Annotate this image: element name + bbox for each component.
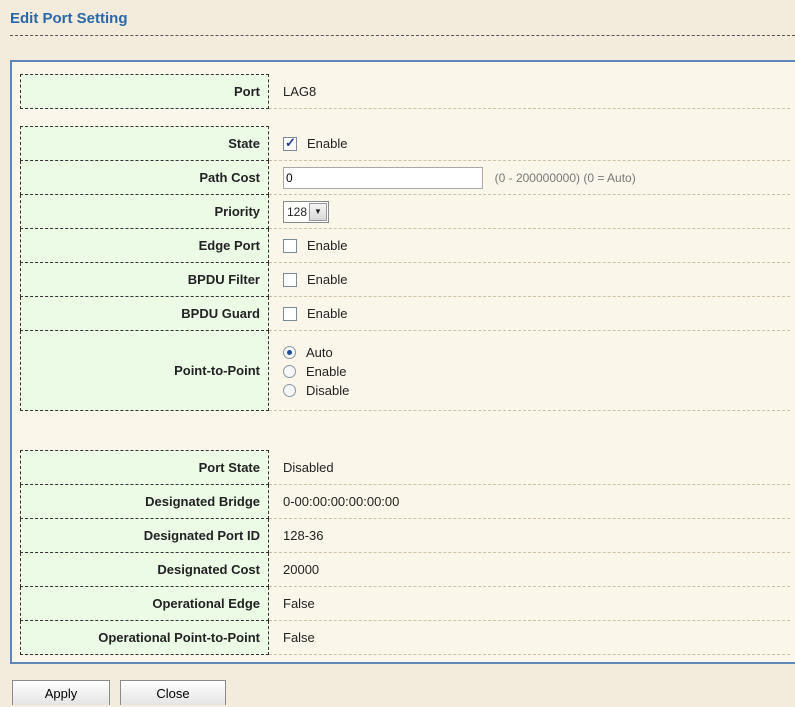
bpdu-filter-checkbox[interactable] (283, 273, 297, 288)
edge-port-checkbox[interactable] (283, 239, 297, 254)
designated-port-id-value: 128-36 (268, 518, 790, 553)
port-state-label: Port State (20, 450, 269, 485)
port-row: Port LAG8 (20, 74, 790, 109)
point-to-point-row: Point-to-Point Auto Enable Disable (20, 330, 790, 411)
title-bar: Edit Port Setting (10, 8, 795, 36)
designated-cost-label: Designated Cost (20, 552, 269, 587)
p2p-option-enable[interactable]: Enable (283, 361, 790, 380)
bpdu-guard-checkbox[interactable] (283, 307, 297, 322)
priority-label: Priority (20, 194, 269, 229)
status-row: Operational Edge False (20, 586, 790, 621)
port-state-value: Disabled (268, 450, 790, 485)
edge-port-enable-label: Enable (307, 238, 348, 254)
operational-p2p-value: False (268, 620, 790, 655)
port-value: LAG8 (268, 74, 790, 109)
bpdu-guard-row: BPDU Guard Enable (20, 296, 790, 331)
priority-select[interactable]: 128 ▼ (283, 200, 329, 223)
port-table: Port LAG8 (20, 74, 790, 109)
close-button[interactable]: Close (120, 680, 226, 705)
p2p-disable-radio[interactable] (283, 384, 296, 398)
operational-edge-value: False (268, 586, 790, 621)
edge-port-row: Edge Port Enable (20, 228, 790, 263)
chevron-down-icon[interactable]: ▼ (309, 202, 327, 221)
p2p-option-disable[interactable]: Disable (283, 380, 790, 399)
path-cost-hint: (0 - 200000000) (0 = Auto) (494, 170, 636, 185)
state-label: State (20, 126, 269, 161)
status-row: Designated Bridge 0-00:00:00:00:00:00 (20, 484, 790, 519)
settings-panel: Port LAG8 State Enable Path Cost (0 - 20… (10, 60, 795, 664)
bpdu-filter-label: BPDU Filter (20, 262, 269, 297)
operational-p2p-label: Operational Point-to-Point (20, 620, 269, 655)
operational-edge-label: Operational Edge (20, 586, 269, 621)
path-cost-row: Path Cost (0 - 200000000) (0 = Auto) (20, 160, 790, 195)
bpdu-filter-row: BPDU Filter Enable (20, 262, 790, 297)
status-row: Designated Cost 20000 (20, 552, 790, 587)
designated-bridge-label: Designated Bridge (20, 484, 269, 519)
state-row: State Enable (20, 126, 790, 161)
bpdu-guard-enable-label: Enable (307, 306, 348, 322)
page-title: Edit Port Setting (10, 10, 128, 27)
bpdu-filter-enable-label: Enable (307, 272, 348, 288)
bpdu-guard-label: BPDU Guard (20, 296, 269, 331)
edge-port-label: Edge Port (20, 228, 269, 263)
stp-settings-table: State Enable Path Cost (0 - 200000000) (… (20, 126, 790, 411)
path-cost-input[interactable] (283, 166, 483, 189)
status-row: Operational Point-to-Point False (20, 620, 790, 655)
state-enable-label: Enable (307, 136, 348, 152)
point-to-point-label: Point-to-Point (20, 330, 269, 411)
designated-port-id-label: Designated Port ID (20, 518, 269, 553)
designated-bridge-value: 0-00:00:00:00:00:00 (268, 484, 790, 519)
port-label: Port (20, 74, 269, 109)
priority-row: Priority 128 ▼ (20, 194, 790, 229)
p2p-enable-radio[interactable] (283, 365, 296, 379)
apply-button[interactable]: Apply (12, 680, 110, 705)
path-cost-label: Path Cost (20, 160, 269, 195)
status-row: Port State Disabled (20, 450, 790, 485)
priority-value: 128 (287, 204, 308, 219)
p2p-auto-radio[interactable] (283, 346, 296, 360)
p2p-option-auto[interactable]: Auto (283, 342, 790, 361)
designated-cost-value: 20000 (268, 552, 790, 587)
port-status-table: Port State Disabled Designated Bridge 0-… (20, 450, 790, 655)
state-checkbox[interactable] (283, 135, 297, 151)
status-row: Designated Port ID 128-36 (20, 518, 790, 553)
